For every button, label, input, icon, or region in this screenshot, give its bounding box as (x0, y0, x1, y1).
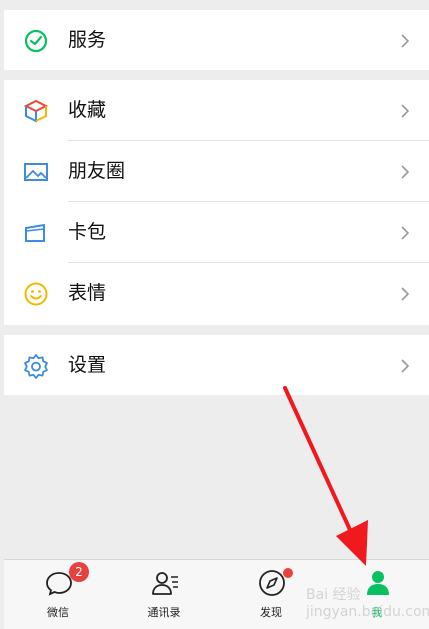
annotation-arrow (283, 386, 368, 566)
watermark: Bai 经验 jingyan.baidu.com (306, 587, 429, 620)
